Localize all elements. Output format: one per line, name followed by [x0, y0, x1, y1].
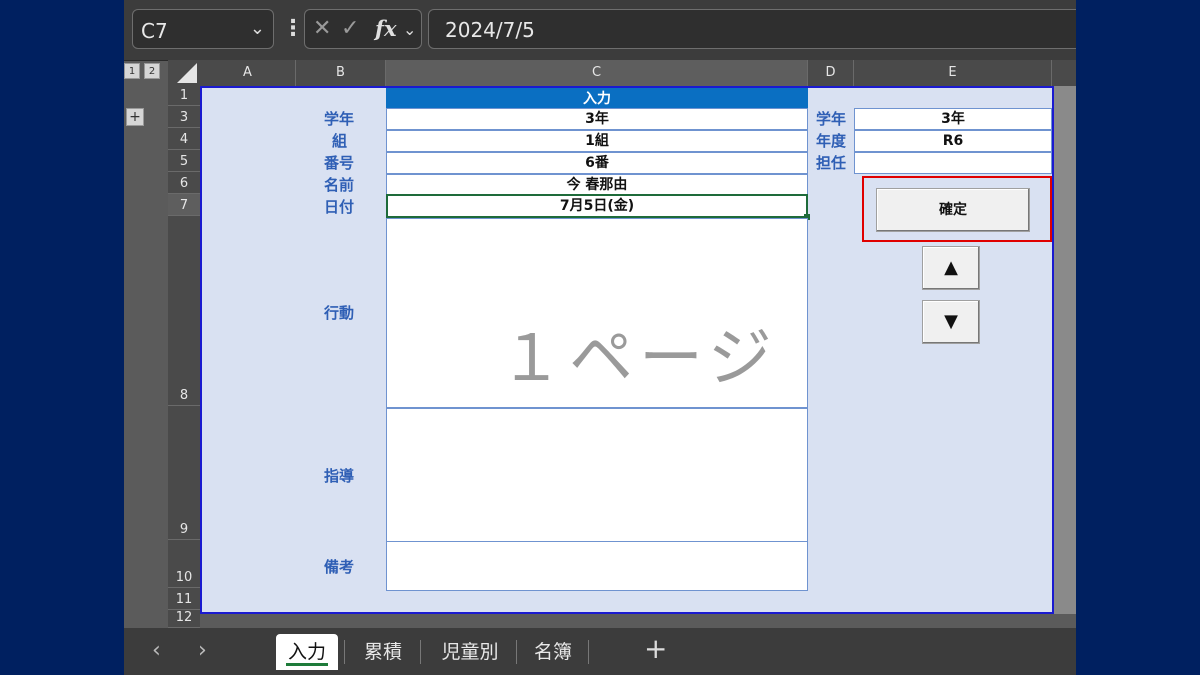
row-header-1[interactable]: 1 — [168, 86, 200, 106]
spreadsheet-app: C7 ⌄ ⋮ ✕ ✓ fx ⌄ 2024/7/5 1 2 + A B C D E… — [124, 0, 1076, 675]
tab-separator — [420, 640, 421, 664]
outline-level-1-button[interactable]: 1 — [124, 63, 140, 79]
active-tab-underline — [286, 663, 328, 666]
tab-cumulative[interactable]: 累積 — [352, 634, 414, 670]
select-all-icon — [177, 63, 197, 83]
label-class: 組 — [332, 132, 348, 150]
tab-input-label: 入力 — [287, 641, 326, 663]
tab-separator — [516, 640, 517, 664]
name-box[interactable]: C7 ⌄ — [132, 9, 274, 49]
tab-separator — [588, 640, 589, 664]
date-cell[interactable]: 7月5日(金) — [386, 194, 808, 218]
class-cell[interactable]: 1組 — [386, 130, 808, 152]
confirm-button[interactable]: 確定 — [876, 188, 1030, 232]
page-up-button[interactable]: ▲ — [922, 246, 980, 290]
row-header-12[interactable]: 12 — [168, 610, 200, 628]
add-sheet-button[interactable]: + — [644, 632, 667, 665]
chevron-down-icon[interactable]: ⌄ — [250, 18, 265, 39]
more-options-icon[interactable]: ⋮ — [282, 16, 304, 41]
number-cell[interactable]: 6番 — [386, 152, 808, 174]
row-header-4[interactable]: 4 — [168, 128, 200, 150]
side-grade-cell[interactable]: 3年 — [854, 108, 1052, 130]
label-name: 名前 — [324, 176, 355, 194]
label-guidance: 指導 — [324, 467, 355, 485]
column-header-c[interactable]: C — [386, 60, 808, 86]
side-label-grade: 学年 — [816, 110, 847, 128]
column-header-d[interactable]: D — [808, 60, 854, 86]
label-behavior: 行動 — [324, 304, 355, 322]
row-header-3[interactable]: 3 — [168, 106, 200, 128]
sheet-margin — [1054, 86, 1076, 614]
remarks-cell[interactable] — [386, 541, 808, 591]
behavior-cell[interactable]: １ページ — [386, 218, 808, 408]
row-header-10[interactable]: 10 — [168, 540, 200, 588]
side-label-teacher: 担任 — [816, 154, 847, 172]
formula-input[interactable]: 2024/7/5 — [428, 9, 1076, 49]
label-remarks: 備考 — [324, 558, 355, 576]
grade-cell[interactable]: 3年 — [386, 108, 808, 130]
select-all-button[interactable] — [168, 60, 200, 86]
formula-value: 2024/7/5 — [445, 18, 535, 42]
guidance-cell[interactable] — [386, 408, 808, 542]
column-header-a[interactable]: A — [200, 60, 296, 86]
tab-separator — [344, 640, 345, 664]
prev-sheet-icon[interactable]: ‹ — [152, 638, 161, 663]
row-header-9[interactable]: 9 — [168, 406, 200, 540]
side-teacher-cell[interactable] — [854, 152, 1052, 174]
row-header-11[interactable]: 11 — [168, 588, 200, 610]
next-sheet-icon[interactable]: › — [198, 638, 207, 663]
enter-icon[interactable]: ✓ — [341, 16, 359, 41]
column-header-b[interactable]: B — [296, 60, 386, 86]
name-cell[interactable]: 今 春那由 — [386, 174, 808, 196]
label-number: 番号 — [324, 154, 355, 172]
cancel-icon[interactable]: ✕ — [313, 16, 331, 41]
row-header-8[interactable]: 8 — [168, 216, 200, 406]
page-watermark: １ページ — [499, 322, 778, 396]
tab-input[interactable]: 入力 — [276, 634, 338, 670]
tab-roster[interactable]: 名簿 — [522, 634, 584, 670]
row-header-7[interactable]: 7 — [168, 194, 200, 216]
form-header-cell: 入力 — [386, 88, 808, 109]
input-form-sheet: 学年 組 番号 名前 日付 行動 指導 備考 入力 3年 1組 6番 今 春那由… — [200, 86, 1054, 614]
name-box-value: C7 — [141, 19, 168, 43]
label-date: 日付 — [324, 198, 355, 216]
side-label-year: 年度 — [816, 132, 847, 150]
outline-level-2-button[interactable]: 2 — [144, 63, 160, 79]
chevron-down-icon[interactable]: ⌄ — [403, 20, 416, 39]
confirm-highlight: 確定 — [862, 176, 1052, 242]
tab-by-child[interactable]: 児童別 — [428, 634, 512, 670]
insert-function-icon[interactable]: fx — [375, 16, 397, 41]
sheet-tab-bar: ‹ › 入力 累積 児童別 名簿 + — [124, 628, 1076, 675]
side-year-cell[interactable]: R6 — [854, 130, 1052, 152]
row-header-5[interactable]: 5 — [168, 150, 200, 172]
expand-group-button[interactable]: + — [126, 108, 144, 126]
formula-actions: ✕ ✓ fx ⌄ — [304, 9, 422, 49]
page-down-button[interactable]: ▼ — [922, 300, 980, 344]
formula-bar: C7 ⌄ ⋮ ✕ ✓ fx ⌄ 2024/7/5 — [124, 0, 1076, 61]
label-grade: 学年 — [324, 110, 355, 128]
row-header-6[interactable]: 6 — [168, 172, 200, 194]
column-header-e[interactable]: E — [854, 60, 1052, 86]
column-headers: A B C D E — [200, 60, 1076, 86]
